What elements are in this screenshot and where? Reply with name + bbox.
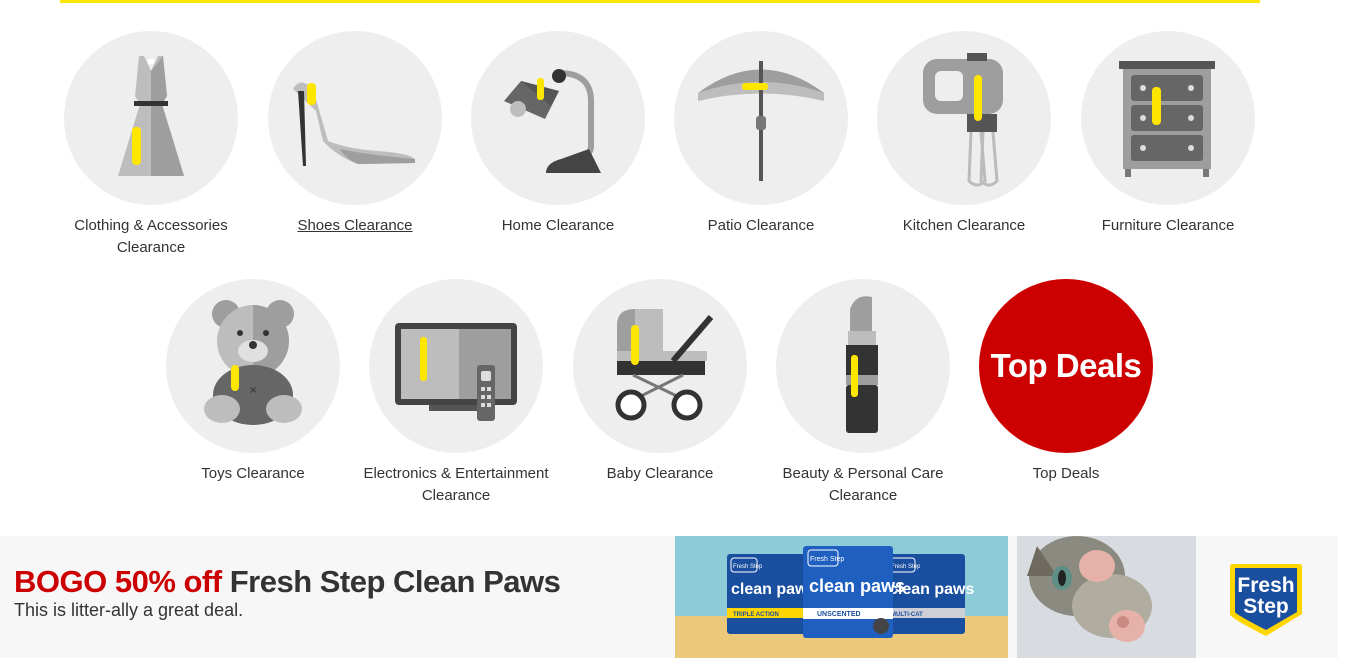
box-product-text: clean paws	[809, 576, 905, 596]
logo-text-line2: Step	[1243, 595, 1289, 618]
category-toys[interactable]: × Toys Clearance	[148, 279, 358, 519]
top-deals-badge-text: Top Deals	[990, 347, 1142, 384]
category-baby[interactable]: Baby Clearance	[555, 279, 765, 519]
box-variant-text: UNSCENTED	[817, 611, 861, 618]
high-heel-icon	[268, 31, 442, 205]
category-label: Shoes Clearance	[297, 217, 413, 234]
promo-title-rest: Fresh Step Clean Paws	[229, 564, 561, 599]
tv-remote-icon	[369, 279, 543, 453]
category-label: Top Deals	[1032, 465, 1100, 482]
hand-mixer-icon	[877, 31, 1051, 205]
category-clothing[interactable]: Clothing & Accessories Clearance	[46, 31, 256, 271]
yellow-divider	[60, 0, 1260, 3]
teddy-bear-icon: ×	[166, 279, 340, 453]
category-label: Clothing & Accessories Clearance	[74, 217, 228, 256]
top-deals-badge: Top Deals	[979, 279, 1153, 453]
category-electronics[interactable]: Electronics & Entertainment Clearance	[351, 279, 561, 519]
dresser-icon	[1081, 31, 1255, 205]
lipstick-icon	[776, 279, 950, 453]
category-label: Patio Clearance	[707, 217, 815, 234]
desk-lamp-icon	[471, 31, 645, 205]
category-top-deals[interactable]: Top Deals Top Deals	[961, 279, 1171, 519]
category-label: Baby Clearance	[606, 465, 714, 482]
category-label: Toys Clearance	[201, 465, 305, 482]
patio-umbrella-icon	[674, 31, 848, 205]
category-kitchen[interactable]: Kitchen Clearance	[859, 31, 1069, 271]
category-patio[interactable]: Patio Clearance	[656, 31, 866, 271]
promo-title-highlight: BOGO 50% off	[14, 564, 222, 599]
category-label: Home Clearance	[501, 217, 615, 234]
fresh-step-logo[interactable]: Fresh Step	[1226, 560, 1306, 636]
dress-icon	[64, 31, 238, 205]
box-brand-text: Fresh Step	[810, 556, 844, 563]
category-label: Beauty & Personal Care Clearance	[782, 465, 944, 504]
category-label: Furniture Clearance	[1101, 217, 1235, 234]
category-label: Kitchen Clearance	[902, 217, 1026, 234]
category-beauty[interactable]: Beauty & Personal Care Clearance	[758, 279, 968, 519]
svg-text:×: ×	[249, 385, 257, 396]
stroller-icon	[573, 279, 747, 453]
category-home[interactable]: Home Clearance	[453, 31, 663, 271]
category-furniture[interactable]: Furniture Clearance	[1063, 31, 1273, 271]
box-brand-text: Fresh Step	[733, 564, 763, 570]
kitten-photo	[1017, 536, 1196, 658]
promo-subtitle: This is litter-ally a great deal.	[14, 600, 244, 620]
promo-banner[interactable]: BOGO 50% off Fresh Step Clean Paws This …	[0, 536, 1338, 658]
promo-title: BOGO 50% off Fresh Step Clean Paws	[14, 564, 561, 600]
box-variant-text: MULTI-CAT	[891, 612, 923, 618]
product-boxes-image: Fresh Step clean paws TRIPLE ACTION Fres…	[675, 536, 1008, 658]
box-variant-text: TRIPLE ACTION	[733, 612, 779, 618]
box-brand-text: Fresh Step	[891, 564, 921, 570]
category-label: Electronics & Entertainment Clearance	[363, 465, 549, 504]
category-shoes[interactable]: Shoes Clearance	[250, 31, 460, 271]
logo-text-line1: Fresh	[1237, 574, 1294, 597]
